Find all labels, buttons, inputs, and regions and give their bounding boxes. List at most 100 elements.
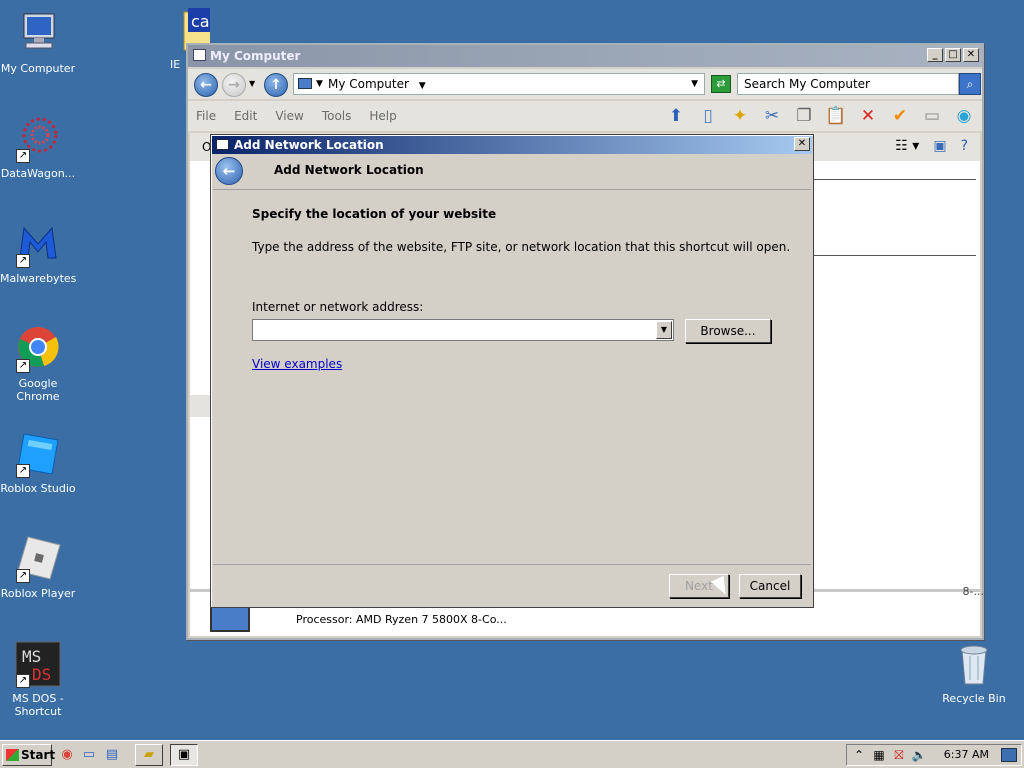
- refresh-button[interactable]: ⇄: [711, 75, 731, 93]
- desktop-icon-my-computer[interactable]: My Computer: [0, 10, 76, 75]
- desktop-icon-chrome[interactable]: ↗ Google Chrome: [0, 325, 76, 403]
- minimize-button[interactable]: _: [927, 48, 943, 62]
- my-computer-titlebar[interactable]: My Computer _ □ ✕: [188, 45, 982, 67]
- chevron-down-icon[interactable]: ▼: [656, 321, 672, 339]
- forward-button[interactable]: →: [222, 73, 246, 97]
- menu-view[interactable]: View: [275, 109, 303, 123]
- menu-edit[interactable]: Edit: [234, 109, 257, 123]
- details-fragment: 8-...: [962, 585, 984, 598]
- instructions-text: Type the address of the website, FTP sit…: [252, 240, 791, 254]
- desktop-icon-label: Roblox Studio: [0, 482, 76, 495]
- taskbar-item-folder[interactable]: ▰: [135, 744, 163, 766]
- desktop-icon-roblox-player[interactable]: ↗ Roblox Player: [0, 535, 76, 600]
- network-icon[interactable]: ▦: [871, 747, 887, 763]
- computer-icon: [298, 78, 312, 89]
- explorer-icon[interactable]: ▤: [103, 746, 121, 764]
- address-label: Internet or network address:: [252, 300, 424, 314]
- desktop-icon-label: DataWagon...: [0, 167, 76, 180]
- shortcut-arrow-icon: ↗: [16, 674, 30, 688]
- globe-icon[interactable]: ◉: [952, 105, 976, 127]
- address-dropdown-icon[interactable]: ▼: [691, 74, 698, 94]
- add-network-location-dialog[interactable]: Add Network Location ✕ ← Add Network Loc…: [210, 134, 814, 608]
- start-button[interactable]: Start: [2, 744, 55, 766]
- shortcut-arrow-icon: ↗: [16, 464, 30, 478]
- desktop-icon-label: Malwarebytes: [0, 272, 77, 285]
- svg-text:DS: DS: [32, 665, 51, 684]
- divider: [814, 179, 976, 180]
- close-button[interactable]: ✕: [963, 48, 979, 62]
- back-button[interactable]: ←: [215, 157, 243, 185]
- search-placeholder: Search My Computer: [744, 77, 870, 91]
- up-folder-icon[interactable]: ⬆: [664, 105, 688, 127]
- desktop-icon-label: Google Chrome: [16, 377, 60, 403]
- dialog-titlebar[interactable]: Add Network Location ✕: [212, 136, 812, 154]
- computer-icon: [14, 10, 62, 58]
- network-address-combobox[interactable]: ▼: [252, 319, 674, 341]
- view-examples-link[interactable]: View examples: [252, 357, 342, 371]
- menu-file[interactable]: File: [196, 109, 216, 123]
- shortcut-arrow-icon: ↗: [16, 149, 30, 163]
- up-button[interactable]: ↑: [264, 73, 288, 97]
- search-icon[interactable]: ⌕: [959, 73, 981, 95]
- chrome-icon[interactable]: ◉: [58, 746, 76, 764]
- volume-icon[interactable]: 🔈: [911, 747, 927, 763]
- history-dropdown-icon[interactable]: ▼: [249, 79, 255, 88]
- search-input[interactable]: Search My Computer: [737, 73, 959, 95]
- taskbar: Start ◉ ▭ ▤ ▰ ▣ ⌃ ▦ ⛝ 🔈 6:37 AM: [0, 740, 1024, 768]
- recycle-bin-icon: [950, 640, 998, 688]
- browse-button[interactable]: Browse...: [685, 319, 771, 343]
- desktop-icon-datawagon[interactable]: ↗ DataWagon...: [0, 115, 76, 180]
- dialog-title: Add Network Location: [234, 138, 384, 152]
- security-warning-icon[interactable]: ⛝: [891, 747, 907, 763]
- help-icon[interactable]: ?: [961, 138, 968, 154]
- address-toolbar: ← → ▼ ↑ ▼ My Computer ▼ ▼ ⇄ Search My Co…: [188, 69, 982, 99]
- folders-pane-icon[interactable]: ▯: [696, 105, 720, 127]
- shortcut-arrow-icon: ↗: [16, 569, 30, 583]
- section-title: Specify the location of your website: [252, 207, 497, 221]
- properties-icon[interactable]: ▭: [920, 105, 944, 127]
- cancel-button[interactable]: Cancel: [739, 574, 801, 598]
- preview-pane-icon[interactable]: ▣: [933, 138, 946, 154]
- chevron-down-icon[interactable]: ▼: [316, 74, 323, 94]
- shortcut-arrow-icon: ↗: [16, 254, 30, 268]
- desktop-icon-malwarebytes[interactable]: ↗ Malwarebytes: [0, 220, 76, 285]
- menu-tools[interactable]: Tools: [322, 109, 352, 123]
- side-fragment: [190, 395, 212, 417]
- windows-logo-icon: [6, 749, 19, 761]
- wizard-heading: Add Network Location: [274, 163, 424, 177]
- system-tray: ⌃ ▦ ⛝ 🔈 6:37 AM: [846, 744, 1022, 766]
- show-desktop-icon[interactable]: ▭: [80, 746, 98, 764]
- computer-icon: [193, 49, 206, 61]
- svg-text:ca: ca: [191, 12, 210, 31]
- desktop-icon-recycle-bin[interactable]: Recycle Bin: [936, 640, 1012, 705]
- wizard-content: Specify the location of your website Typ…: [213, 189, 811, 565]
- divider: [814, 255, 976, 256]
- desktop-icon-msdos[interactable]: MS DS ↗ MS DOS - Shortcut: [0, 640, 76, 718]
- desktop-icon-label: My Computer: [0, 62, 76, 75]
- clock[interactable]: 6:37 AM: [944, 748, 989, 761]
- chevron-up-icon[interactable]: ⌃: [851, 747, 867, 763]
- datawagon-icon: ↗: [14, 115, 62, 163]
- desktop-icon-label: Roblox Player: [0, 587, 76, 600]
- msdos-icon: MS DS ↗: [14, 640, 62, 688]
- maximize-button[interactable]: □: [945, 48, 961, 62]
- desktop-icon-roblox-studio[interactable]: ↗ Roblox Studio: [0, 430, 76, 495]
- cut-icon[interactable]: ✂: [760, 105, 784, 127]
- taskbar-item-dialog[interactable]: ▣: [170, 744, 198, 766]
- view-options-icon[interactable]: ☷ ▾: [895, 138, 919, 154]
- window-icon: [216, 139, 229, 150]
- close-button[interactable]: ✕: [794, 137, 810, 151]
- chevron-down-icon: ▼: [418, 81, 426, 91]
- folder-options-icon[interactable]: ✦: [728, 105, 752, 127]
- window-title: My Computer: [210, 49, 301, 63]
- menu-help[interactable]: Help: [369, 109, 396, 123]
- address-field[interactable]: ▼ My Computer ▼ ▼: [293, 73, 705, 95]
- checkmark-icon[interactable]: ✔: [888, 105, 912, 127]
- paste-icon[interactable]: 📋: [824, 105, 848, 127]
- back-button[interactable]: ←: [194, 73, 218, 97]
- delete-icon[interactable]: ✕: [856, 105, 880, 127]
- show-desktop-icon[interactable]: [1001, 748, 1017, 762]
- copy-icon[interactable]: ❐: [792, 105, 816, 127]
- wizard-header: ← Add Network Location: [213, 155, 811, 187]
- shortcut-arrow-icon: ↗: [16, 359, 30, 373]
